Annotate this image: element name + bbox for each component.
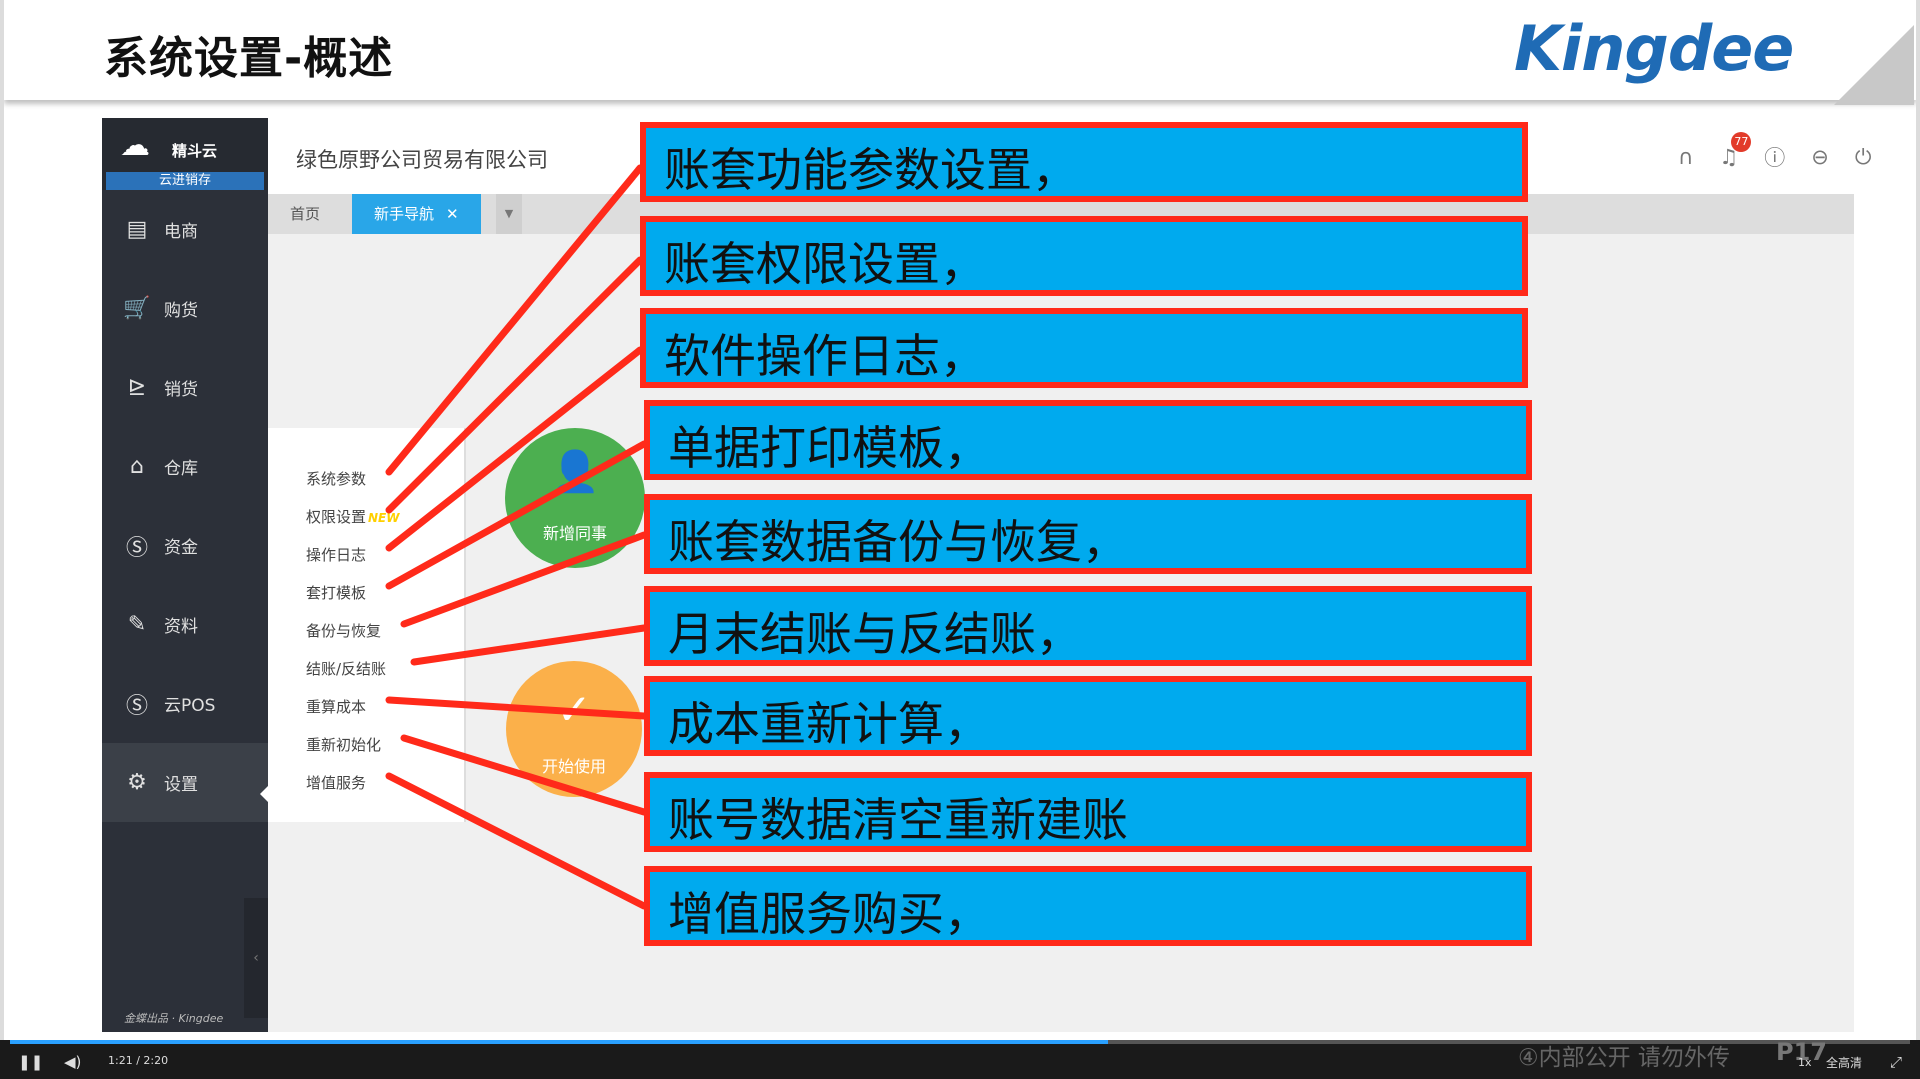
bell-icon[interactable]: ♫ 77 [1719, 132, 1752, 169]
cloud-icon: ☁ [120, 128, 150, 163]
settings-submenu: 系统参数 权限设置 NEW 操作日志 套打模板 备份与恢复 结账/反结账 重算成本… [268, 428, 466, 822]
sidebar-item-ecommerce[interactable]: ▤ 电商 [102, 190, 268, 269]
callout-text: 账号数据清空重新建账 [668, 793, 1128, 847]
sidebar-item-data[interactable]: ✎ 资料 [102, 585, 268, 664]
cart-out-icon: ⊵ [127, 375, 147, 400]
submenu-item-print-template[interactable]: 套打模板 [306, 582, 366, 603]
slide-title: 系统设置-概述 [104, 33, 394, 84]
sidebar-item-cloud-pos[interactable]: Ⓢ 云POS [102, 664, 268, 743]
sidebar-item-label: 电商 [164, 222, 198, 242]
help-icon[interactable]: ⓘ [1764, 142, 1785, 172]
sidebar-item-label: 购货 [164, 301, 198, 321]
gear-icon: ⚙ [127, 770, 147, 795]
callout-text: 增值服务购买， [668, 887, 990, 941]
quality-button[interactable]: 全高清 [1826, 1054, 1862, 1071]
submenu-item-operation-log[interactable]: 操作日志 [306, 544, 366, 565]
sidebar-item-settings[interactable]: ⚙ 设置 [102, 743, 268, 822]
slide: 系统设置-概述 Kingdee ☁ 精斗云 云进销存 ▤ 电商 🛒 购货 ⊵ 销货 ⌂… [4, 0, 1916, 1040]
notification-badge: 77 [1731, 132, 1752, 152]
tab-home[interactable]: 首页 [268, 194, 342, 234]
callout-text: 月末结账与反结账， [668, 607, 1082, 661]
callout-text: 软件操作日志， [664, 329, 986, 383]
watermark: ④内部公开 请勿外传 [1518, 1045, 1730, 1071]
sidebar-footer: 金蝶出品 · Kingdee [124, 1012, 224, 1025]
submenu-item-permissions[interactable]: 权限设置 NEW [306, 506, 400, 527]
start-using-label: 开始使用 [541, 757, 606, 776]
callout-3: 软件操作日志， [640, 308, 1528, 388]
headset-icon[interactable]: ∩ [1678, 145, 1693, 169]
sidebar-item-sales[interactable]: ⊵ 销货 [102, 348, 268, 427]
add-colleague-button[interactable]: 👤 新增同事 [505, 428, 645, 568]
video-progress-fill [10, 1040, 1109, 1044]
submenu-item-system-params[interactable]: 系统参数 [306, 468, 366, 489]
check-icon: ✓ [556, 685, 592, 734]
sidebar-item-funds[interactable]: Ⓢ 资金 [102, 506, 268, 585]
back-icon[interactable]: ⊖ [1811, 145, 1829, 169]
sidebar-item-label: 销货 [164, 380, 198, 400]
submenu-item-recalc-cost[interactable]: 重算成本 [306, 696, 366, 717]
sidebar-item-label: 云POS [164, 696, 216, 716]
tab-label: 新手导航 [374, 205, 435, 223]
volume-icon[interactable]: ◀) [64, 1053, 81, 1071]
submenu-item-closing[interactable]: 结账/反结账 [306, 658, 386, 679]
callout-8: 账号数据清空重新建账 [644, 772, 1532, 852]
warehouse-icon: ⌂ [130, 454, 144, 479]
submenu-item-label: 权限设置 [306, 508, 367, 526]
fullscreen-icon[interactable]: ⤢ [1890, 1053, 1902, 1071]
start-using-button[interactable]: ✓ 开始使用 [506, 661, 642, 797]
callout-1: 账套功能参数设置， [640, 122, 1528, 202]
slide-header: 系统设置-概述 Kingdee [4, 0, 1916, 105]
callout-9: 增值服务购买， [644, 866, 1532, 946]
submenu-pointer [260, 784, 270, 804]
callout-text: 账套功能参数设置， [664, 143, 1078, 197]
callout-text: 账套权限设置， [664, 237, 986, 291]
new-badge: NEW [368, 511, 400, 525]
dollar-icon: Ⓢ [125, 535, 148, 561]
submenu-item-value-added[interactable]: 增值服务 [306, 772, 366, 793]
toolbar: ∩ ♫ 77 ⓘ ⊖ ⏻ [1678, 132, 1897, 172]
kingdee-logo: Kingdee [1514, 12, 1794, 85]
app-logo: ☁ 精斗云 云进销存 [102, 118, 268, 190]
pause-icon[interactable]: ❚❚ [18, 1053, 43, 1071]
speed-button[interactable]: 1x [1798, 1056, 1812, 1069]
callout-6: 月末结账与反结账， [644, 586, 1532, 666]
dollar-icon: Ⓢ [125, 693, 148, 719]
app-brand: 精斗云 [172, 142, 218, 160]
submenu-item-backup-restore[interactable]: 备份与恢复 [306, 620, 381, 641]
sidebar: ☁ 精斗云 云进销存 ▤ 电商 🛒 购货 ⊵ 销货 ⌂ 仓库 Ⓢ 资金 ✎ 资料 Ⓢ 云POS… [102, 118, 268, 1032]
company-name: 绿色原野公司贸易有限公司 [296, 148, 548, 172]
power-icon[interactable]: ⏻ [1855, 145, 1872, 170]
user-icon: 👤 [550, 449, 600, 495]
video-time: 1:21 / 2:20 [108, 1054, 169, 1067]
sidebar-item-purchase[interactable]: 🛒 购货 [102, 269, 268, 348]
callout-4: 单据打印模板， [644, 400, 1532, 480]
sidebar-collapse-handle[interactable]: ‹ [244, 898, 268, 1018]
chevron-down-icon[interactable]: ▼ [496, 194, 522, 234]
app-subbrand: 云进销存 [106, 172, 264, 190]
callout-text: 账套数据备份与恢复， [668, 515, 1128, 569]
callout-5: 账套数据备份与恢复， [644, 494, 1532, 574]
sidebar-item-label: 资金 [164, 538, 198, 558]
tab-guide[interactable]: 新手导航 ✕ [352, 194, 481, 234]
sidebar-item-label: 设置 [164, 775, 198, 795]
cart-icon: 🛒 [123, 296, 151, 321]
callout-2: 账套权限设置， [640, 216, 1528, 296]
submenu-item-reinitialize[interactable]: 重新初始化 [306, 734, 381, 755]
pencil-icon: ✎ [127, 612, 147, 637]
close-icon[interactable]: ✕ [446, 205, 459, 223]
store-icon: ▤ [126, 217, 148, 242]
callout-7: 成本重新计算， [644, 676, 1532, 756]
add-colleague-label: 新增同事 [542, 524, 607, 543]
callout-text: 单据打印模板， [668, 421, 990, 475]
sidebar-item-warehouse[interactable]: ⌂ 仓库 [102, 427, 268, 506]
page-curl-decoration [1834, 25, 1914, 105]
sidebar-item-label: 资料 [164, 617, 198, 637]
callout-text: 成本重新计算， [668, 697, 990, 751]
sidebar-item-label: 仓库 [164, 459, 198, 479]
